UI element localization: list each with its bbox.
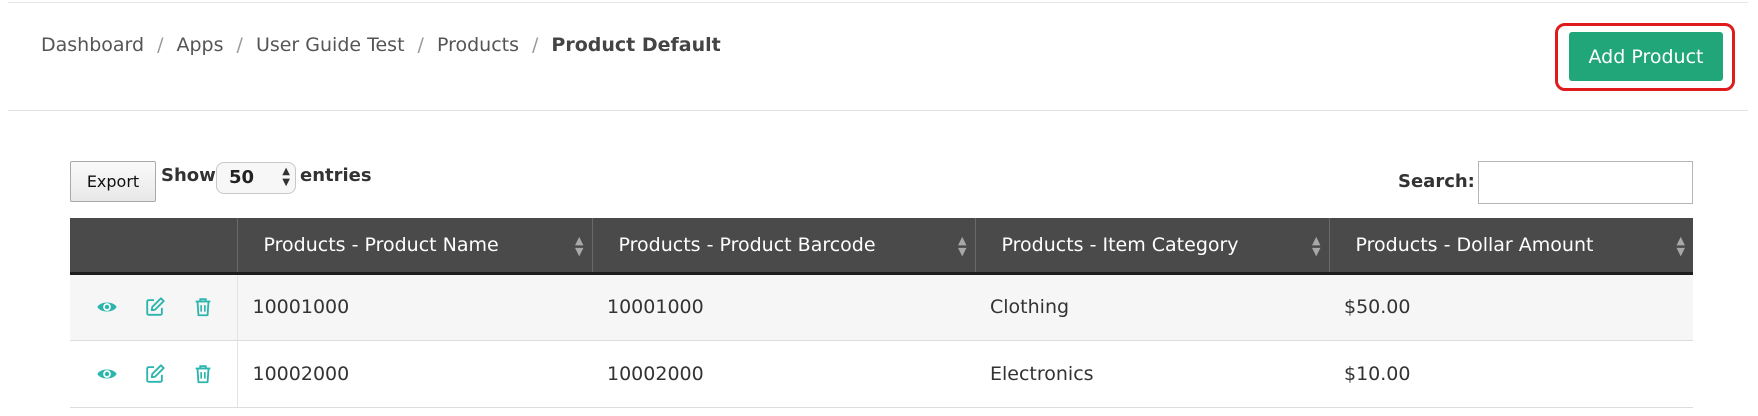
- view-icon[interactable]: [96, 363, 118, 385]
- column-header-label: Products - Dollar Amount: [1355, 233, 1594, 256]
- edit-icon[interactable]: [144, 296, 166, 318]
- page: Dashboard / Apps / User Guide Test / Pro…: [0, 0, 1758, 416]
- header-divider: [8, 110, 1748, 111]
- table-row: 10002000 10002000 Electronics $10.00: [70, 340, 1693, 408]
- breadcrumb-separator: /: [417, 34, 424, 56]
- column-header-product-name[interactable]: Products - Product Name ▲ ▼: [236, 218, 592, 275]
- sort-icon: ▲ ▼: [1676, 234, 1685, 258]
- cell-product-name: 10001000: [237, 273, 592, 341]
- cell-dollar-amount: $10.00: [1329, 340, 1693, 408]
- breadcrumb-current: Product Default: [551, 34, 721, 56]
- breadcrumb-dashboard[interactable]: Dashboard: [41, 33, 144, 57]
- cell-dollar-amount: $50.00: [1329, 273, 1693, 341]
- sort-icon: ▲ ▼: [958, 234, 967, 258]
- view-icon[interactable]: [96, 296, 118, 318]
- delete-icon[interactable]: [192, 296, 214, 318]
- column-header-actions: [70, 218, 237, 275]
- edit-icon[interactable]: [144, 363, 166, 385]
- breadcrumb-separator: /: [157, 34, 164, 56]
- add-product-button[interactable]: Add Product: [1569, 32, 1723, 81]
- delete-icon[interactable]: [192, 363, 214, 385]
- entries-select-value: 50: [229, 167, 255, 188]
- column-header-dollar-amount[interactable]: Products - Dollar Amount ▲ ▼: [1328, 218, 1693, 275]
- column-header-label: Products - Product Name: [263, 233, 499, 256]
- breadcrumb-separator: /: [236, 34, 243, 56]
- column-header-item-category[interactable]: Products - Item Category ▲ ▼: [974, 218, 1329, 275]
- products-table: Products - Product Name ▲ ▼ Products - Pr…: [70, 218, 1693, 408]
- table-row: 10001000 10001000 Clothing $50.00: [70, 273, 1693, 341]
- show-label: Show: [161, 165, 216, 186]
- search-input[interactable]: [1478, 161, 1693, 204]
- cell-product-name: 10002000: [237, 340, 592, 408]
- export-button[interactable]: Export: [70, 161, 156, 202]
- breadcrumb-products[interactable]: Products: [437, 33, 519, 57]
- column-header-label: Products - Item Category: [1001, 233, 1239, 256]
- entries-select[interactable]: 50 ▲ ▼: [216, 162, 296, 194]
- column-header-product-barcode[interactable]: Products - Product Barcode ▲ ▼: [591, 218, 975, 275]
- row-actions: [70, 273, 238, 341]
- entries-label: entries: [300, 165, 372, 186]
- cell-product-barcode: 10002000: [592, 340, 975, 408]
- sort-icon: ▲ ▼: [1312, 234, 1321, 258]
- row-actions: [70, 340, 238, 408]
- breadcrumb-user-guide-test[interactable]: User Guide Test: [256, 33, 405, 57]
- breadcrumb-apps[interactable]: Apps: [177, 33, 224, 57]
- top-divider: [8, 2, 1748, 3]
- cell-item-category: Electronics: [975, 340, 1329, 408]
- search-label: Search:: [1398, 171, 1475, 192]
- cell-product-barcode: 10001000: [592, 273, 975, 341]
- cell-item-category: Clothing: [975, 273, 1329, 341]
- select-arrows-icon: ▲ ▼: [282, 166, 290, 188]
- breadcrumb: Dashboard / Apps / User Guide Test / Pro…: [41, 33, 721, 57]
- sort-icon: ▲ ▼: [575, 234, 584, 258]
- table-header-row: Products - Product Name ▲ ▼ Products - Pr…: [70, 218, 1693, 275]
- breadcrumb-separator: /: [532, 34, 539, 56]
- column-header-label: Products - Product Barcode: [618, 233, 876, 256]
